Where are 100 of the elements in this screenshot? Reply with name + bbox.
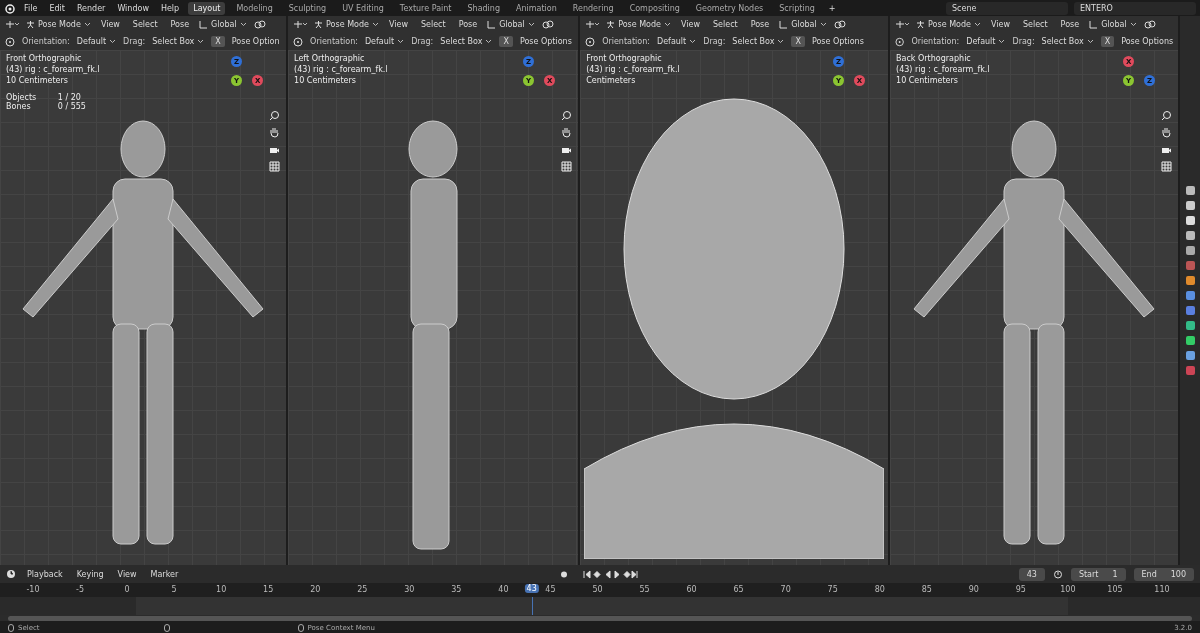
axis-icon bbox=[487, 20, 497, 29]
header-menu[interactable]: Select bbox=[129, 20, 161, 29]
orientation-icon[interactable] bbox=[293, 36, 304, 47]
transform-dropdown[interactable]: Global bbox=[1089, 20, 1137, 29]
stopwatch-icon[interactable] bbox=[1052, 569, 1063, 579]
mode-dropdown[interactable]: Pose Mode bbox=[606, 20, 671, 29]
mode-dropdown[interactable]: Pose Mode bbox=[916, 20, 981, 29]
view-layer-field[interactable]: ENTERO bbox=[1074, 1, 1196, 15]
pose-options-dropdown[interactable]: Pose Options bbox=[1121, 37, 1174, 46]
menu-item[interactable]: Help bbox=[157, 3, 183, 13]
caret-icon bbox=[109, 39, 117, 44]
workspace-tab[interactable]: Texture Paint bbox=[394, 1, 457, 15]
workspace-tab[interactable]: Compositing bbox=[624, 1, 685, 15]
header-menu[interactable]: Select bbox=[1019, 20, 1051, 29]
add-workspace-button[interactable]: + bbox=[825, 3, 839, 13]
workspace-tab[interactable]: Shading bbox=[462, 1, 505, 15]
caret-icon bbox=[777, 39, 785, 44]
workspace-tab[interactable]: Scripting bbox=[774, 1, 820, 15]
editor-type-icon[interactable] bbox=[5, 20, 19, 29]
header-menu[interactable]: Pose bbox=[747, 20, 773, 29]
grid-icon[interactable] bbox=[561, 161, 573, 172]
clock-icon[interactable] bbox=[6, 569, 16, 579]
drag-dropdown[interactable]: Select Box bbox=[440, 37, 493, 46]
scene-field[interactable]: Scene bbox=[946, 1, 1068, 15]
transform-dropdown[interactable]: Global bbox=[487, 20, 535, 29]
x-mirror-button[interactable]: X bbox=[499, 36, 513, 47]
header-menu[interactable]: Select bbox=[417, 20, 449, 29]
end-frame-field[interactable]: End 100 bbox=[1133, 567, 1194, 581]
header-menu[interactable]: Select bbox=[710, 20, 741, 29]
pose-options-dropdown[interactable]: Pose Options bbox=[811, 37, 864, 46]
transform-dropdown[interactable]: Global bbox=[779, 20, 827, 29]
zoom-icon[interactable] bbox=[1161, 110, 1173, 121]
pose-options-dropdown[interactable]: Pose Options bbox=[519, 37, 572, 46]
scrollbar[interactable] bbox=[8, 616, 1192, 621]
timeline-menu[interactable]: Keying bbox=[73, 569, 107, 579]
editor-type-icon[interactable] bbox=[585, 20, 600, 29]
orientation-dropdown[interactable]: Default bbox=[657, 37, 697, 46]
orientation-icon[interactable] bbox=[895, 36, 905, 47]
workspace-tab[interactable]: Rendering bbox=[567, 1, 619, 15]
header-menu[interactable]: Pose bbox=[455, 20, 481, 29]
x-mirror-button[interactable]: X bbox=[211, 36, 225, 47]
grid-icon[interactable] bbox=[1161, 161, 1173, 172]
caret-icon bbox=[998, 39, 1006, 44]
menu-item[interactable]: Render bbox=[73, 3, 109, 13]
workspace-tab[interactable]: Geometry Nodes bbox=[690, 1, 769, 15]
hand-icon[interactable] bbox=[1161, 127, 1173, 138]
header-menu[interactable]: View bbox=[97, 20, 123, 29]
timeline-menu[interactable]: Marker bbox=[147, 569, 182, 579]
mode-dropdown[interactable]: Pose Mode bbox=[314, 20, 379, 29]
app-logo-icon[interactable] bbox=[4, 2, 15, 14]
menu-item[interactable]: Window bbox=[114, 3, 152, 13]
drag-dropdown[interactable]: Select Box bbox=[732, 37, 785, 46]
timeline-menu[interactable]: Playback bbox=[24, 569, 66, 579]
timeline-menu[interactable]: View bbox=[114, 569, 140, 579]
frame-tick-label: 70 bbox=[780, 585, 791, 594]
orientation-icon[interactable] bbox=[5, 36, 15, 47]
link-icon[interactable] bbox=[253, 20, 266, 29]
orientation-dropdown[interactable]: Default bbox=[76, 37, 117, 46]
menu-item[interactable]: Edit bbox=[46, 3, 68, 13]
workspace-tab[interactable]: UV Editing bbox=[337, 1, 389, 15]
x-mirror-button[interactable]: X bbox=[791, 36, 805, 47]
menu-item[interactable]: File bbox=[21, 3, 41, 13]
zoom-icon[interactable] bbox=[561, 110, 573, 121]
workspace-tab[interactable]: Animation bbox=[511, 1, 562, 15]
workspace-tab[interactable]: Sculpting bbox=[283, 1, 332, 15]
editor-type-icon[interactable] bbox=[293, 20, 308, 29]
mode-dropdown[interactable]: Pose Mode bbox=[26, 20, 91, 29]
caret-icon bbox=[819, 22, 827, 27]
frame-tick-label: 95 bbox=[1015, 585, 1026, 594]
link-icon[interactable] bbox=[1143, 20, 1156, 29]
header-menu[interactable]: View bbox=[385, 20, 411, 29]
editor-type-icon[interactable] bbox=[895, 20, 910, 29]
x-mirror-button[interactable]: X bbox=[1100, 36, 1115, 47]
current-frame-field[interactable]: 43 bbox=[1018, 567, 1045, 581]
start-frame-field[interactable]: Start 1 bbox=[1070, 567, 1126, 581]
hand-icon[interactable] bbox=[561, 127, 573, 138]
caret-icon bbox=[371, 22, 379, 27]
orientation-dropdown[interactable]: Default bbox=[966, 37, 1006, 46]
workspace-tab[interactable]: Modeling bbox=[231, 1, 278, 15]
header-menu[interactable]: View bbox=[987, 20, 1013, 29]
zoom-icon[interactable] bbox=[269, 110, 281, 121]
drag-dropdown[interactable]: Select Box bbox=[152, 37, 205, 46]
header-menu[interactable]: Pose bbox=[1057, 20, 1083, 29]
orientation-icon[interactable] bbox=[585, 36, 596, 47]
link-icon[interactable] bbox=[833, 20, 846, 29]
drag-dropdown[interactable]: Select Box bbox=[1041, 37, 1094, 46]
link-icon[interactable] bbox=[541, 20, 554, 29]
orientation-dropdown[interactable]: Default bbox=[364, 37, 405, 46]
header-menu[interactable]: Pose bbox=[167, 20, 193, 29]
hand-icon[interactable] bbox=[269, 127, 281, 138]
pose-options-dropdown[interactable]: Pose Option bbox=[231, 37, 280, 46]
viewport-info-text: (43) rig : c_forearm_fk.l bbox=[294, 65, 388, 74]
playback-controls-drawing[interactable] bbox=[559, 569, 640, 579]
transform-dropdown[interactable]: Global bbox=[199, 20, 247, 29]
playhead-frame-label[interactable]: 43 bbox=[524, 584, 539, 593]
workspace-tab[interactable]: Layout bbox=[188, 1, 226, 15]
playhead-line[interactable] bbox=[531, 597, 533, 615]
grid-icon[interactable] bbox=[269, 161, 281, 172]
frame-tick-label: 65 bbox=[733, 585, 744, 594]
header-menu[interactable]: View bbox=[678, 20, 703, 29]
